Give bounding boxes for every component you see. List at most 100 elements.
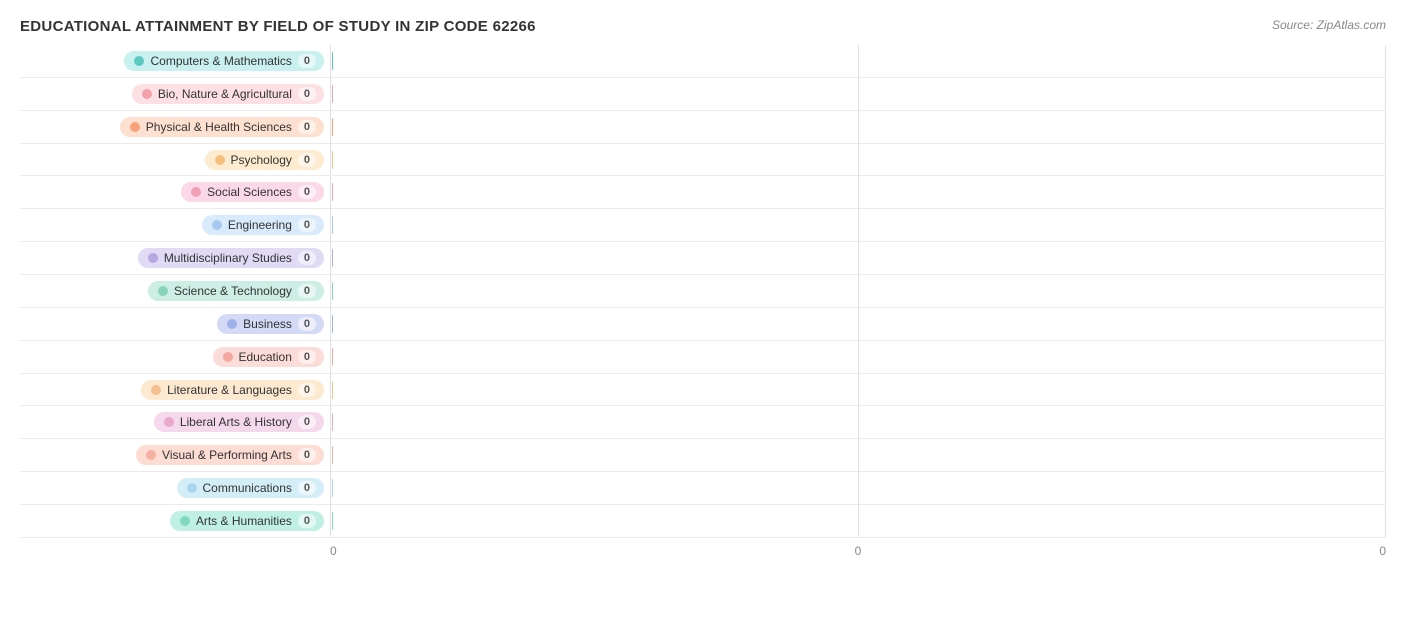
dot-icon [151,385,161,395]
chart-header: EDUCATIONAL ATTAINMENT BY FIELD OF STUDY… [20,18,1386,35]
bar-fill [332,348,333,366]
chart-source: Source: ZipAtlas.com [1272,18,1386,32]
bar-label: Communications [203,481,292,495]
bar-value-badge: 0 [298,415,316,429]
bar-pill: Psychology 0 [205,150,325,170]
bar-pill: Bio, Nature & Agricultural 0 [132,84,324,104]
bar-pill: Science & Technology 0 [148,281,324,301]
bar-value-badge: 0 [298,120,316,134]
bar-label: Arts & Humanities [196,514,292,528]
dot-icon [130,122,140,132]
bar-row: Education 0 [20,341,1386,374]
bar-label-area: Literature & Languages 0 [20,380,330,400]
chart-title: EDUCATIONAL ATTAINMENT BY FIELD OF STUDY… [20,18,536,35]
bar-row: Engineering 0 [20,209,1386,242]
bar-row: Liberal Arts & History 0 [20,406,1386,439]
bar-chart-area [330,512,1386,530]
bar-chart-area [330,151,1386,169]
bar-label-area: Business 0 [20,314,330,334]
bar-fill [332,183,333,201]
x-axis-label: 0 [1379,544,1386,558]
bar-pill: Visual & Performing Arts 0 [136,445,324,465]
bar-row: Physical & Health Sciences 0 [20,111,1386,144]
bar-fill [332,479,333,497]
bar-label-area: Liberal Arts & History 0 [20,412,330,432]
bar-label: Liberal Arts & History [180,415,292,429]
bar-label-area: Communications 0 [20,478,330,498]
bar-label-area: Computers & Mathematics 0 [20,51,330,71]
bar-chart-area [330,413,1386,431]
bar-row: Bio, Nature & Agricultural 0 [20,78,1386,111]
bar-chart-area [330,348,1386,366]
bar-pill: Arts & Humanities 0 [170,511,324,531]
bar-label: Psychology [231,153,292,167]
bar-fill [332,315,333,333]
bar-fill [332,282,333,300]
bar-fill [332,413,333,431]
bar-fill [332,216,333,234]
bar-fill [332,118,333,136]
dot-icon [212,220,222,230]
bar-row: Social Sciences 0 [20,176,1386,209]
bar-fill [332,85,333,103]
bar-chart-area [330,183,1386,201]
bar-pill: Communications 0 [177,478,325,498]
bar-label: Computers & Mathematics [150,54,291,68]
bar-chart-area [330,446,1386,464]
bar-label: Visual & Performing Arts [162,448,292,462]
bar-row: Computers & Mathematics 0 [20,45,1386,78]
bar-label-area: Science & Technology 0 [20,281,330,301]
bar-label-area: Multidisciplinary Studies 0 [20,248,330,268]
bar-chart-area [330,315,1386,333]
bar-value-badge: 0 [298,218,316,232]
bar-label: Physical & Health Sciences [146,120,292,134]
bar-label-area: Arts & Humanities 0 [20,511,330,531]
bar-value-badge: 0 [298,54,316,68]
bar-pill: Multidisciplinary Studies 0 [138,248,324,268]
dot-icon [158,286,168,296]
bar-row: Multidisciplinary Studies 0 [20,242,1386,275]
bar-pill: Physical & Health Sciences 0 [120,117,324,137]
x-axis-label: 0 [855,544,862,558]
bar-label: Social Sciences [207,185,292,199]
dot-icon [227,319,237,329]
dot-icon [164,417,174,427]
bar-row: Science & Technology 0 [20,275,1386,308]
bar-row: Literature & Languages 0 [20,374,1386,407]
bar-value-badge: 0 [298,284,316,298]
dot-icon [148,253,158,263]
bar-value-badge: 0 [298,383,316,397]
bar-value-badge: 0 [298,350,316,364]
bar-pill: Business 0 [217,314,324,334]
bars-area: Computers & Mathematics 0 Bio, Nature & … [20,45,1386,538]
bar-row: Visual & Performing Arts 0 [20,439,1386,472]
bar-pill: Engineering 0 [202,215,324,235]
chart-body: Computers & Mathematics 0 Bio, Nature & … [20,45,1386,558]
bar-row: Psychology 0 [20,144,1386,177]
bar-fill [332,381,333,399]
bar-label: Engineering [228,218,292,232]
bar-label: Education [239,350,292,364]
bar-chart-area [330,118,1386,136]
bar-value-badge: 0 [298,514,316,528]
dot-icon [215,155,225,165]
dot-icon [180,516,190,526]
chart-container: EDUCATIONAL ATTAINMENT BY FIELD OF STUDY… [0,0,1406,631]
bar-fill [332,249,333,267]
dot-icon [146,450,156,460]
bar-fill [332,52,333,70]
dot-icon [187,483,197,493]
bar-label-area: Bio, Nature & Agricultural 0 [20,84,330,104]
bar-chart-area [330,282,1386,300]
bar-fill [332,446,333,464]
bar-pill: Computers & Mathematics 0 [124,51,324,71]
bar-pill: Education 0 [213,347,325,367]
bar-value-badge: 0 [298,185,316,199]
bar-label-area: Physical & Health Sciences 0 [20,117,330,137]
bar-chart-area [330,85,1386,103]
bar-value-badge: 0 [298,481,316,495]
dot-icon [134,56,144,66]
bar-row: Arts & Humanities 0 [20,505,1386,538]
x-axis-label: 0 [330,544,337,558]
bar-value-badge: 0 [298,251,316,265]
